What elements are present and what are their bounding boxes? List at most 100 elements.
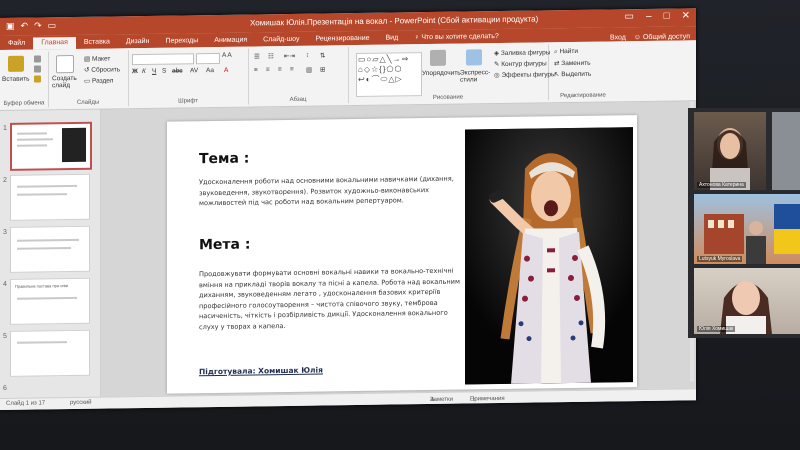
thumb-text-line: [17, 238, 79, 242]
font-color-icon[interactable]: A: [224, 67, 228, 74]
smartart-icon[interactable]: ⊞: [320, 65, 325, 73]
find-button[interactable]: ⌕ Найти: [554, 48, 578, 56]
redo-icon[interactable]: ↷: [34, 20, 42, 31]
tab-insert[interactable]: Вставка: [76, 36, 118, 49]
columns-icon[interactable]: ▥: [306, 66, 312, 74]
shapes-gallery[interactable]: ▭○▱△╲→⇒ ⌂◇☆{}⬠⬡ ↩◐⌒⬭△▷: [356, 52, 422, 98]
bold-icon[interactable]: Ж: [132, 68, 138, 75]
video-tile-3[interactable]: Lutsyuk Myroslava: [694, 194, 800, 264]
comments-label: Примечания: [470, 395, 505, 403]
italic-icon[interactable]: К: [142, 68, 146, 75]
tab-home[interactable]: Главная: [33, 36, 76, 50]
goal-heading[interactable]: Мета :: [199, 237, 250, 254]
slides-group: Создать слайд ▤ Макет ↺ Сбросить ▭ Разде…: [48, 50, 129, 108]
text-direction-icon[interactable]: ⇅: [320, 51, 325, 59]
layout-button[interactable]: ▤ Макет: [84, 54, 110, 62]
align-center-icon[interactable]: ≡: [266, 66, 270, 73]
topic-text[interactable]: Удосконалення роботи над основними вокал…: [199, 174, 457, 209]
line-spacing-icon[interactable]: ↕: [306, 52, 309, 59]
powerpoint-window: ▣ ↶ ↷ ▭ Хомишак Юлія.Презентація на вока…: [0, 8, 696, 411]
shape-fill-label: Заливка фигуры: [500, 49, 551, 58]
quick-styles-button[interactable]: Экспресс-стили: [460, 69, 490, 83]
tab-slideshow[interactable]: Слайд-шоу: [255, 34, 307, 47]
author-signature[interactable]: Підготувала: Хомишак Юлія: [199, 365, 323, 376]
arrange-icon[interactable]: [430, 49, 446, 66]
grow-shrink-font-icon[interactable]: A A: [222, 52, 232, 59]
replace-button[interactable]: ⇄ Заменить: [554, 59, 590, 68]
participant-name: Ахтонова Катерина: [697, 182, 746, 188]
participant-name: Lutsyuk Myroslava: [697, 256, 743, 262]
thumb-number: 3: [3, 228, 7, 236]
current-slide[interactable]: Тема : Удосконалення роботи над основним…: [167, 115, 637, 394]
tell-me-text: Что вы хотите сделать?: [421, 33, 499, 42]
new-slide-button[interactable]: Создать слайд: [52, 75, 82, 89]
maximize-icon[interactable]: □: [664, 11, 670, 22]
slide-thumbnail-3[interactable]: [10, 225, 90, 273]
slide-thumbnail-4[interactable]: Правильна постава при співі: [10, 277, 90, 325]
align-right-icon[interactable]: ≡: [278, 66, 282, 73]
change-case-icon[interactable]: Aa: [206, 67, 214, 74]
language-indicator[interactable]: русский: [70, 400, 92, 406]
tab-file[interactable]: Файл: [0, 38, 33, 50]
char-spacing-icon[interactable]: AV: [190, 67, 198, 74]
numbering-icon[interactable]: ☷: [268, 52, 274, 60]
cut-icon[interactable]: [34, 55, 41, 63]
underline-icon[interactable]: Ч: [152, 68, 156, 75]
shape-fill-button[interactable]: ◈ Заливка фигуры: [494, 48, 550, 57]
reset-button[interactable]: ↺ Сбросить: [84, 65, 120, 74]
font-size-combo[interactable]: [196, 52, 220, 65]
thumb-text-line: [17, 247, 71, 250]
justify-icon[interactable]: ≡: [290, 66, 294, 73]
section-button[interactable]: ▭ Раздел: [84, 76, 113, 84]
video-call-panel: Ахтонова Катерина Lutsyuk Myroslava Юлія…: [688, 108, 800, 338]
tab-view[interactable]: Вид: [378, 32, 407, 44]
font-name-combo[interactable]: [132, 53, 194, 66]
video-tile-2[interactable]: [772, 112, 800, 190]
shape-outline-button[interactable]: ✎ Контур фигуры: [494, 59, 547, 68]
slide-thumbnail-2[interactable]: [10, 173, 90, 221]
video-tile-4[interactable]: Юлія Хомишак: [694, 268, 800, 334]
notes-label: Заметки: [430, 396, 453, 403]
singer-photo[interactable]: [465, 127, 633, 385]
tab-animations[interactable]: Анимация: [206, 34, 255, 47]
shape-outline-label: Контур фигуры: [501, 60, 547, 69]
quick-styles-icon[interactable]: [466, 49, 482, 66]
paste-button[interactable]: Вставить: [2, 76, 30, 83]
paste-icon[interactable]: [8, 55, 24, 72]
indent-icon[interactable]: ⇤⇥: [284, 52, 295, 60]
window-controls: ▭ – □ ✕: [625, 10, 690, 22]
align-left-icon[interactable]: ≡: [254, 66, 258, 73]
slide-thumbnail-1[interactable]: [10, 121, 92, 171]
strikethrough-icon[interactable]: abc: [172, 67, 182, 74]
thumb-text-line: [17, 193, 67, 196]
video-tile-1[interactable]: Ахтонова Катерина: [694, 112, 766, 190]
ribbon-display-icon[interactable]: ▭: [625, 11, 634, 22]
bullets-icon[interactable]: ☰: [254, 52, 260, 60]
format-painter-icon[interactable]: [34, 75, 41, 83]
tab-review[interactable]: Рецензирование: [307, 33, 377, 46]
save-icon[interactable]: ▣: [6, 21, 15, 32]
select-button[interactable]: ↖ Выделить: [554, 70, 591, 79]
participant-name: Юлія Хомишак: [697, 326, 736, 332]
start-slideshow-icon[interactable]: ▭: [48, 20, 57, 31]
singer-illustration: [465, 127, 633, 385]
goal-text[interactable]: Продовжувати формувати основні вокальні …: [199, 266, 461, 333]
tab-design[interactable]: Дизайн: [118, 36, 158, 49]
close-icon[interactable]: ✕: [682, 10, 690, 21]
thumb-text-line: [17, 144, 47, 147]
copy-icon[interactable]: [34, 65, 41, 73]
topic-heading[interactable]: Тема :: [199, 151, 249, 168]
tab-transitions[interactable]: Переходы: [157, 35, 206, 48]
undo-icon[interactable]: ↶: [21, 21, 29, 32]
shadow-icon[interactable]: S: [162, 68, 166, 75]
slide-thumbnails-pane: 1 2 3 4 Правильна постава при співі 5 6: [0, 109, 101, 398]
arrange-button[interactable]: Упорядочить: [422, 70, 461, 78]
thumb-number: 2: [3, 176, 7, 184]
thumb-text-line: [17, 296, 77, 300]
shape-effects-button[interactable]: ◎ Эффекты фигуры: [494, 70, 556, 79]
participant-avatar: [720, 281, 772, 334]
minimize-icon[interactable]: –: [646, 11, 652, 22]
new-slide-icon[interactable]: [56, 54, 74, 74]
slide-thumbnail-5[interactable]: [10, 329, 90, 377]
thumb-text-line: [17, 341, 67, 344]
